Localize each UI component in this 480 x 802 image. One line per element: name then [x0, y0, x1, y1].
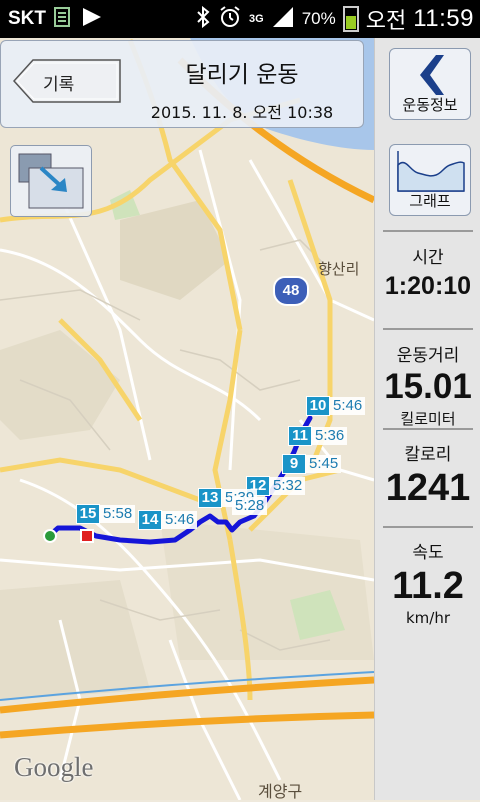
split-marker[interactable]: 14 5:46: [138, 510, 198, 530]
place-label: 향산리: [318, 260, 360, 278]
back-button-label: 기록: [43, 75, 75, 95]
calorie-stat: 칼로리 1241: [375, 440, 480, 509]
clock-ampm: 오전: [365, 8, 407, 33]
carrier-label: SKT: [8, 8, 46, 29]
distance-label: 운동거리: [396, 346, 460, 366]
play-icon: [80, 6, 102, 33]
sim-icon: [54, 6, 70, 32]
split-marker[interactable]: 15 5:58: [76, 504, 136, 524]
stats-panel: 운동정보 그래프 시간 1:20:10 운동거리 15.01 킬로미터 칼로리 …: [374, 38, 480, 800]
speed-unit: km/hr: [405, 609, 451, 627]
divider: [383, 428, 473, 430]
split-marker[interactable]: 9 5:45: [282, 454, 342, 474]
chevron-left-icon: [420, 55, 444, 95]
divider: [383, 230, 473, 232]
place-label: 계양구: [258, 782, 303, 801]
road-number-badge: 48: [273, 276, 309, 306]
graph-label: 그래프: [409, 192, 451, 210]
split-marker[interactable]: 10 5:46: [306, 396, 366, 416]
distance-stat: 운동거리 15.01 킬로미터: [375, 341, 480, 429]
google-attribution: Google: [14, 752, 94, 782]
back-button[interactable]: 기록: [13, 59, 121, 103]
time-label: 시간: [412, 248, 444, 268]
battery-percent: 70%: [301, 9, 336, 28]
bluetooth-icon: [195, 5, 211, 33]
divider: [383, 328, 473, 330]
split-km: 13: [198, 488, 222, 508]
workout-info-button[interactable]: 운동정보: [389, 48, 471, 120]
page-title: 달리기 운동: [185, 62, 299, 88]
expand-arrow-icon: [18, 153, 84, 209]
speed-stat: 속도 11.2 km/hr: [375, 538, 480, 627]
battery-icon: [342, 6, 359, 32]
speed-value: 11.2: [392, 565, 464, 607]
distance-value: 15.01: [384, 367, 472, 406]
split-km: 11: [288, 426, 312, 446]
distance-unit: 킬로미터: [400, 410, 456, 428]
split-marker[interactable]: 5:28: [232, 496, 268, 516]
signal-icon: [271, 6, 295, 33]
split-pace: 5:28: [232, 497, 268, 515]
split-km: 14: [138, 510, 162, 530]
calorie-label: 칼로리: [404, 445, 452, 465]
clock-time: 11:59: [413, 5, 474, 32]
speed-label: 속도: [412, 543, 444, 563]
graph-button[interactable]: 그래프: [389, 144, 471, 216]
split-km: 15: [76, 504, 100, 524]
calorie-value: 1241: [385, 467, 471, 509]
divider: [383, 526, 473, 528]
split-km: 10: [306, 396, 330, 416]
time-stat: 시간 1:20:10: [375, 243, 480, 301]
split-marker[interactable]: 11 5:36: [288, 426, 348, 446]
split-pace: 5:46: [162, 511, 198, 529]
split-pace: 5:46: [330, 397, 366, 415]
split-pace: 5:58: [100, 505, 136, 523]
time-value: 1:20:10: [384, 272, 472, 300]
split-pace: 5:45: [306, 455, 342, 473]
split-pace: 5:32: [270, 477, 306, 495]
workout-info-label: 운동정보: [402, 96, 458, 114]
workout-datetime: 2015. 11. 8. 오전 10:38: [150, 103, 334, 122]
alarm-icon: [218, 5, 242, 34]
split-pace: 5:36: [312, 427, 348, 445]
network-type-label: 3G: [249, 13, 264, 25]
expand-map-button[interactable]: [10, 145, 92, 217]
status-bar: SKT 3G 70% 오전 11:59: [0, 0, 480, 38]
workout-header: 기록 달리기 운동 2015. 11. 8. 오전 10:38: [0, 40, 364, 128]
split-km: 9: [282, 454, 306, 474]
